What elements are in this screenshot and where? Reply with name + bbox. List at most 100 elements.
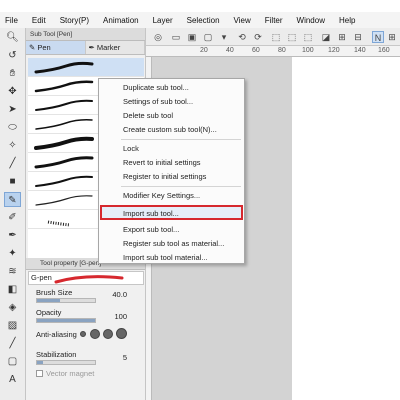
opacity-label: Opacity	[36, 308, 62, 317]
gradient-icon[interactable]: ▨	[4, 318, 21, 333]
menu-modifier-key-settings[interactable]: Modifier Key Settings...	[123, 191, 200, 200]
ruler-tick: 60	[252, 47, 260, 54]
menu-view[interactable]: View	[234, 16, 251, 25]
fill-bucket-icon[interactable]: ◈	[4, 300, 21, 315]
antialias-medium[interactable]	[103, 329, 113, 339]
select-icon-2[interactable]: ⬚	[286, 31, 298, 43]
snap-icon[interactable]: N	[372, 31, 384, 43]
opacity-slider[interactable]	[36, 318, 96, 323]
stabilization-slider[interactable]	[36, 360, 96, 365]
command-bar: ◎ ▭ ▣ ▢ ▾ ⟲ ⟳ ⬚ ⬚ ⬚ ◪ ⊞ ⊟ N ⊞	[146, 28, 400, 46]
menu-story[interactable]: Story(P)	[60, 16, 89, 25]
ruler-tick: 140	[354, 47, 366, 54]
menu-lock[interactable]: Lock	[123, 144, 139, 153]
new-icon[interactable]: ▭	[170, 31, 182, 43]
transform-icon[interactable]: ⟲	[236, 31, 248, 43]
grid-icon[interactable]: ⊞	[336, 31, 348, 43]
tab-pen[interactable]: ✎ Pen	[26, 41, 86, 54]
brush-size-value[interactable]: 40.0	[111, 290, 127, 299]
brush-preview	[54, 275, 124, 284]
fill-icon[interactable]: ◪	[320, 31, 332, 43]
save-icon[interactable]: ▢	[202, 31, 214, 43]
antialias-none[interactable]	[80, 331, 86, 337]
menu-register-material[interactable]: Register sub tool as material...	[123, 239, 224, 248]
undo-icon[interactable]: ◎	[152, 31, 164, 43]
dropdown-icon[interactable]: ▾	[218, 31, 230, 43]
menu-import-material[interactable]: Import sub tool material...	[123, 253, 208, 262]
menu-revert-initial[interactable]: Revert to initial settings	[123, 158, 201, 167]
ruler-tick: 20	[200, 47, 208, 54]
ruler-tick: 160	[378, 47, 390, 54]
menu-selection[interactable]: Selection	[187, 16, 220, 25]
stabilization-value[interactable]: 5	[111, 353, 127, 362]
select-icon[interactable]: ⬚	[270, 31, 282, 43]
flip-icon[interactable]: ⟳	[252, 31, 264, 43]
wand-icon[interactable]: ✧	[4, 138, 21, 153]
menu-bar: File Edit Story(P) Animation Layer Selec…	[0, 12, 400, 28]
vector-magnet-label: Vector magnet	[46, 369, 95, 378]
brush-icon[interactable]: ✒	[4, 228, 21, 243]
menu-import-subtool[interactable]: Import sub tool...	[123, 209, 179, 218]
brush-size-slider[interactable]	[36, 298, 96, 303]
rotate-icon[interactable]: ↺	[4, 48, 21, 63]
brush-size-label: Brush Size	[36, 288, 73, 297]
opacity-value[interactable]: 100	[111, 312, 127, 321]
antialiasing-label: Anti-aliasing	[36, 330, 77, 339]
menu-duplicate-subtool[interactable]: Duplicate sub tool...	[123, 83, 189, 92]
menu-edit[interactable]: Edit	[32, 16, 46, 25]
tab-pen-label: Pen	[37, 43, 51, 52]
text-icon[interactable]: A	[4, 372, 21, 387]
crop-icon[interactable]: ⬚	[302, 31, 314, 43]
antialias-weak[interactable]	[90, 329, 100, 339]
stabilization-label: Stabilization	[36, 350, 77, 359]
pen-tab-icon: ✎	[29, 43, 38, 52]
menu-separator	[121, 139, 241, 140]
menu-export-subtool[interactable]: Export sub tool...	[123, 225, 179, 234]
hand-icon[interactable]: ✋︎	[4, 66, 21, 81]
ruler-tick: 40	[226, 47, 234, 54]
menu-register-initial[interactable]: Register to initial settings	[123, 172, 206, 181]
move-icon[interactable]: ✥	[4, 84, 21, 99]
menu-file[interactable]: File	[5, 16, 18, 25]
tool-property-title: Tool property [G-pen]	[40, 260, 102, 267]
canvas-paper[interactable]	[292, 57, 400, 400]
object-icon[interactable]: ➤	[4, 102, 21, 117]
airbrush-icon[interactable]: ✦	[4, 246, 21, 261]
subtool-tabs: ✎ Pen ✒ Marker	[26, 41, 145, 55]
color-swatch-icon[interactable]: ■	[4, 174, 21, 189]
vector-magnet-checkbox[interactable]	[36, 370, 43, 377]
pencil-icon[interactable]: ✐	[4, 210, 21, 225]
tab-marker-label: Marker	[96, 43, 121, 52]
antialias-strong[interactable]	[116, 328, 127, 339]
brush-item[interactable]	[28, 58, 144, 77]
menu-separator	[121, 186, 241, 187]
snap-grid-icon[interactable]: ⊞	[386, 31, 398, 43]
ruler-tick: 120	[328, 47, 340, 54]
subtool-title: Sub Tool [Pen]	[30, 30, 73, 38]
eraser-icon[interactable]: ◧	[4, 282, 21, 297]
menu-filter[interactable]: Filter	[265, 16, 283, 25]
frame-icon[interactable]: ▢	[4, 354, 21, 369]
ruler-icon[interactable]: ⊟	[352, 31, 364, 43]
ruler-tick: 80	[278, 47, 286, 54]
context-menu: Duplicate sub tool... Settings of sub to…	[98, 78, 245, 264]
open-icon[interactable]: ▣	[186, 31, 198, 43]
blend-icon[interactable]: ≋	[4, 264, 21, 279]
subtool-header: Sub Tool [Pen]	[26, 28, 145, 41]
tool-property-panel: Tool property [G-pen] G-pen Brush Size 4…	[26, 258, 146, 400]
figure-icon[interactable]: ╱	[4, 336, 21, 351]
menu-layer[interactable]: Layer	[153, 16, 173, 25]
menu-delete-subtool[interactable]: Delete sub tool	[123, 111, 173, 120]
lasso-icon[interactable]: ⬭	[4, 120, 21, 135]
pen-icon[interactable]: ✎	[4, 192, 21, 207]
tab-marker[interactable]: ✒ Marker	[86, 41, 145, 54]
menu-settings-subtool[interactable]: Settings of sub tool...	[123, 97, 193, 106]
menu-window[interactable]: Window	[297, 16, 325, 25]
menu-animation[interactable]: Animation	[103, 16, 139, 25]
eyedropper-icon[interactable]: ╱	[4, 156, 21, 171]
marker-tab-icon: ✒	[88, 43, 97, 52]
brush-name: G-pen	[31, 273, 52, 282]
menu-create-custom-subtool[interactable]: Create custom sub tool(N)...	[123, 125, 217, 134]
zoom-icon[interactable]: 🔍︎	[4, 30, 21, 45]
menu-help[interactable]: Help	[339, 16, 355, 25]
